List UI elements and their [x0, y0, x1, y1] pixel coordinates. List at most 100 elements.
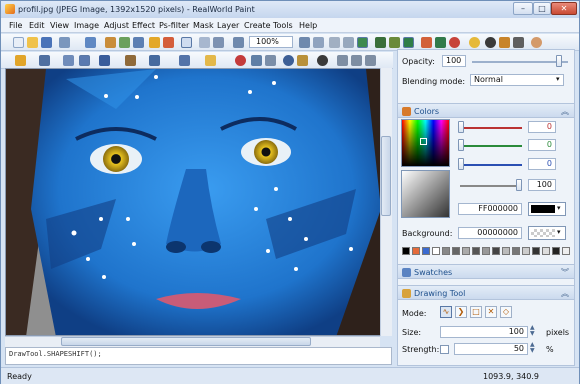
navigator-icon[interactable] [403, 37, 414, 48]
collapse-icon[interactable]: ︽ [561, 288, 569, 299]
cut-icon[interactable] [105, 37, 116, 48]
swatch[interactable] [542, 247, 550, 255]
swatch[interactable] [422, 247, 430, 255]
strength-checkbox[interactable] [440, 345, 449, 354]
swatch[interactable] [442, 247, 450, 255]
strength-input[interactable]: 50 [454, 343, 528, 355]
swatch[interactable] [562, 247, 570, 255]
swatch[interactable] [452, 247, 460, 255]
blue-input[interactable]: 0 [528, 158, 556, 170]
blur-tool-icon[interactable] [283, 55, 294, 66]
horizontal-scroll-thumb[interactable] [61, 337, 311, 346]
mode-square-icon[interactable]: □ [470, 306, 482, 318]
swatches-section-header[interactable]: Swatches ︾ [398, 264, 574, 279]
swatch[interactable] [502, 247, 510, 255]
swatch[interactable] [532, 247, 540, 255]
text-tool-icon[interactable] [99, 55, 110, 66]
mode-scissors-icon[interactable]: ✕ [485, 306, 497, 318]
magic-wand-icon[interactable] [15, 55, 26, 66]
layer-down-icon[interactable] [329, 37, 340, 48]
menu-ps-filter[interactable]: Ps-filter [159, 21, 189, 30]
swatch[interactable] [512, 247, 520, 255]
open-folder-icon[interactable] [27, 37, 38, 48]
transform-icon[interactable] [63, 55, 74, 66]
copy-icon[interactable] [119, 37, 130, 48]
color-picker-cursor[interactable] [420, 138, 427, 145]
menu-effect[interactable]: Effect [132, 21, 155, 30]
rectangle-tool-icon[interactable] [179, 55, 190, 66]
effects-icon[interactable] [421, 37, 432, 48]
redo-icon[interactable] [85, 37, 96, 48]
line-tool-icon[interactable] [149, 55, 160, 66]
swatch[interactable] [432, 247, 440, 255]
menu-adjust[interactable]: Adjust [104, 21, 129, 30]
opacity-input[interactable]: 100 [442, 55, 466, 67]
close-button[interactable]: ✕ [551, 2, 577, 15]
hex-color-input[interactable]: FF000000 [458, 203, 522, 215]
eraser-icon[interactable] [265, 55, 276, 66]
red-input[interactable]: 0 [528, 121, 556, 133]
menu-image[interactable]: Image [74, 21, 99, 30]
layer-flatten-icon[interactable] [365, 55, 376, 66]
grid-icon[interactable] [375, 37, 386, 48]
swatch[interactable] [462, 247, 470, 255]
crop-icon[interactable] [149, 37, 160, 48]
alpha-slider-thumb[interactable] [516, 179, 522, 191]
histogram-icon[interactable] [389, 37, 400, 48]
size-spinner-icon[interactable]: ▲ ▼ [530, 325, 535, 337]
menu-edit[interactable]: Edit [29, 21, 45, 30]
color-wheel-icon[interactable] [449, 37, 460, 48]
swatch[interactable] [482, 247, 490, 255]
mask-brush-icon[interactable] [317, 55, 328, 66]
background-color-button[interactable]: ▾ [528, 226, 566, 240]
menu-create[interactable]: Create [244, 21, 271, 30]
script-console[interactable]: DrawTool.SHAPESHIFT(); [5, 347, 392, 365]
paste-icon[interactable] [133, 37, 144, 48]
user-icon[interactable] [531, 37, 542, 48]
opacity-slider[interactable] [472, 61, 568, 63]
swatch[interactable] [402, 247, 410, 255]
blending-mode-select[interactable]: Normal [470, 74, 564, 86]
opacity-slider-thumb[interactable] [556, 55, 562, 67]
save-icon[interactable] [41, 37, 52, 48]
layer-merge-icon[interactable] [337, 55, 348, 66]
alpha-input[interactable]: 100 [528, 179, 556, 191]
zoom-icon[interactable] [233, 37, 244, 48]
layer-up-icon[interactable] [343, 37, 354, 48]
green-input[interactable]: 0 [528, 139, 556, 151]
background-color-input[interactable]: 00000000 [458, 227, 522, 239]
red-slider[interactable] [460, 127, 522, 129]
foreground-color-button[interactable]: ▾ [528, 202, 566, 216]
menu-view[interactable]: View [50, 21, 69, 30]
mode-stroke-icon[interactable]: ❯ [455, 306, 467, 318]
collapse-icon[interactable]: ︽ [561, 106, 569, 117]
contrast-icon[interactable] [485, 37, 496, 48]
strength-spinner-icon[interactable]: ▲ ▼ [530, 342, 535, 354]
menu-mask[interactable]: Mask [193, 21, 214, 30]
brightness-icon[interactable] [469, 37, 480, 48]
swatch[interactable] [522, 247, 530, 255]
new-file-icon[interactable] [13, 37, 24, 48]
menu-layer[interactable]: Layer [217, 21, 239, 30]
undo-icon[interactable] [59, 37, 70, 48]
menu-file[interactable]: File [9, 21, 22, 30]
menu-tools[interactable]: Tools [273, 21, 293, 30]
menu-help[interactable]: Help [299, 21, 317, 30]
resize-icon[interactable] [163, 37, 174, 48]
pencil-icon[interactable] [125, 55, 136, 66]
layers-panel-icon[interactable] [357, 37, 368, 48]
fit-icon[interactable] [313, 37, 324, 48]
select-arrows-icon[interactable] [181, 37, 192, 48]
image-canvas[interactable] [5, 68, 392, 336]
vertical-scroll-thumb[interactable] [381, 136, 391, 216]
rotate-icon[interactable] [213, 37, 224, 48]
red-eye-icon[interactable] [235, 55, 246, 66]
brush-settings-icon[interactable] [513, 37, 524, 48]
swatch[interactable] [412, 247, 420, 255]
mode-freehand-icon[interactable]: ∿ [440, 306, 452, 318]
fill-bucket-icon[interactable] [205, 55, 216, 66]
swatch[interactable] [552, 247, 560, 255]
blue-slider-thumb[interactable] [458, 158, 464, 170]
colors-section-header[interactable]: Colors ︽ [398, 103, 574, 118]
zoom-in-icon[interactable] [299, 37, 310, 48]
